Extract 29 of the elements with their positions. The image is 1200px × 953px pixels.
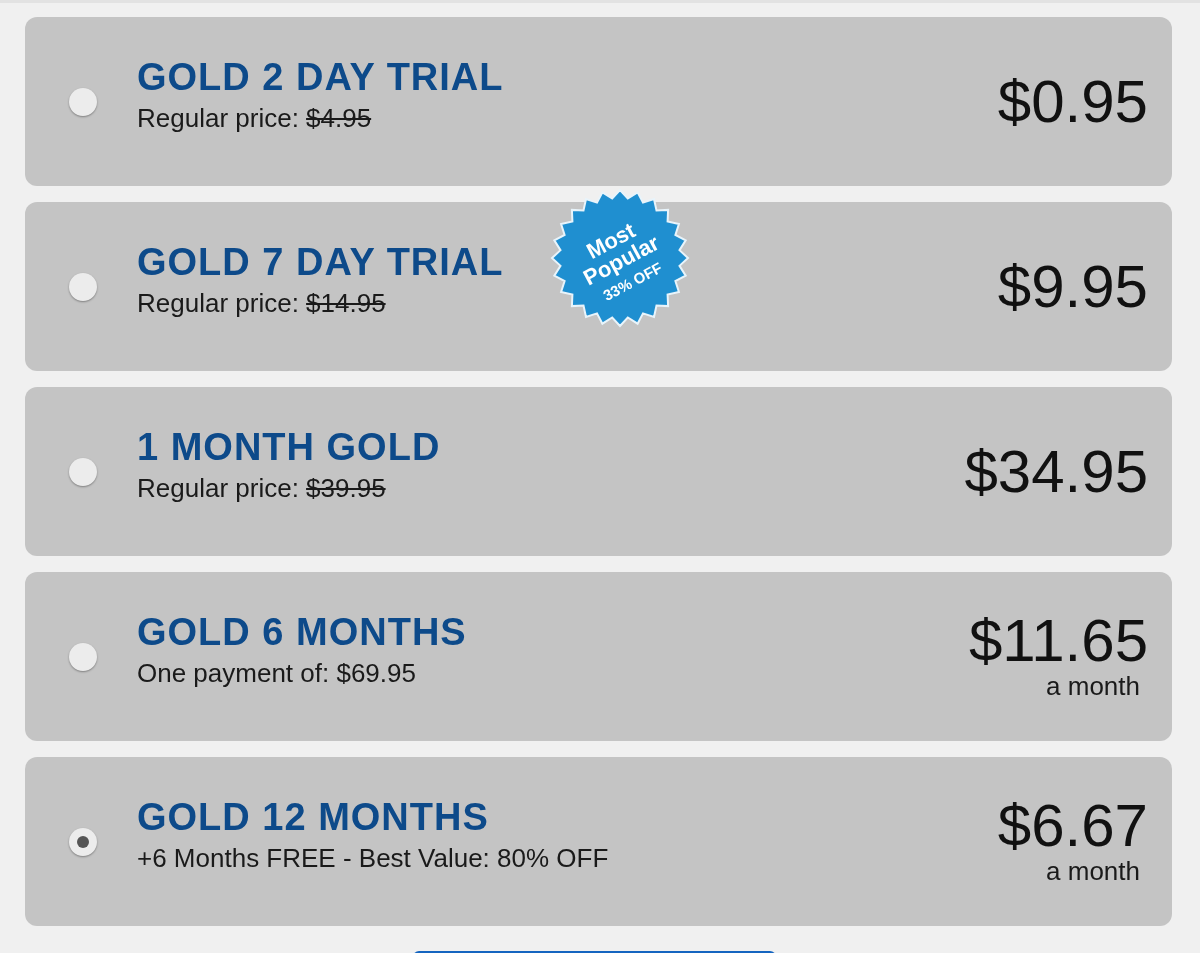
plan-price: $6.67 xyxy=(997,796,1148,856)
plan-price: $34.95 xyxy=(964,441,1148,502)
plan-price: $9.95 xyxy=(997,256,1148,317)
plan-card[interactable]: GOLD 6 MONTHS One payment of: $69.95 $11.65 a month xyxy=(25,572,1172,741)
plan-card[interactable]: 1 MONTH GOLD Regular price: $39.95 $34.95 xyxy=(25,387,1172,556)
plan-title: GOLD 2 DAY TRIAL xyxy=(137,55,504,99)
radio-button[interactable] xyxy=(69,827,97,856)
plan-card[interactable]: GOLD 12 MONTHS +6 Months FREE - Best Value: 80% OFF $6.67 a month xyxy=(25,757,1172,926)
plan-card[interactable]: GOLD 2 DAY TRIAL Regular price: $4.95 $0.95 xyxy=(25,17,1172,186)
price-period: a month xyxy=(1046,671,1140,702)
old-price: $4.95 xyxy=(306,102,372,133)
plan-title: GOLD 6 MONTHS xyxy=(137,610,467,654)
radio-button[interactable] xyxy=(69,272,97,301)
price-label: Regular price: xyxy=(137,287,300,318)
radio-button[interactable] xyxy=(69,87,97,116)
old-price: $39.95 xyxy=(306,472,386,503)
price-label: Regular price: xyxy=(137,102,300,133)
plan-note: One payment of: $69.95 xyxy=(137,657,417,689)
price-period: a month xyxy=(1046,856,1140,887)
price-label: Regular price: xyxy=(137,472,300,503)
plan-title: 1 MONTH GOLD xyxy=(137,425,441,469)
radio-button[interactable] xyxy=(69,457,97,486)
plan-title: GOLD 12 MONTHS xyxy=(137,795,489,839)
old-price: $14.95 xyxy=(306,287,386,318)
plan-note: +6 Months FREE - Best Value: 80% OFF xyxy=(137,842,610,874)
plan-title: GOLD 7 DAY TRIAL xyxy=(137,240,504,284)
plan-price: $11.65 xyxy=(968,611,1148,671)
plan-price: $0.95 xyxy=(997,71,1148,132)
radio-button[interactable] xyxy=(69,642,97,671)
